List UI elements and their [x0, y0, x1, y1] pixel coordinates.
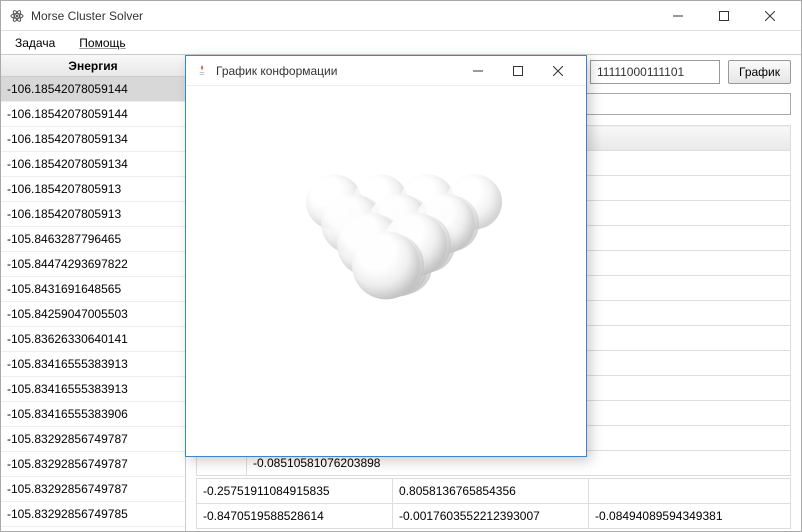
energy-row[interactable]: -106.1854207805913	[1, 202, 185, 227]
energy-header: Энергия	[1, 55, 185, 77]
energy-row[interactable]: -105.83292856749785	[1, 502, 185, 527]
energy-row[interactable]: -105.83292856749787	[1, 427, 185, 452]
menu-help[interactable]: Помощь	[73, 34, 131, 52]
energy-row[interactable]: -105.84474293697822	[1, 252, 185, 277]
energy-row[interactable]: -105.83416555383913	[1, 377, 185, 402]
bitstring-value: 11111000111101	[597, 65, 684, 79]
energy-row[interactable]: -106.18542078059134	[1, 127, 185, 152]
close-button[interactable]	[747, 1, 793, 31]
energy-row[interactable]: -105.83292856749787	[1, 477, 185, 502]
energy-row[interactable]: -106.18542078059144	[1, 77, 185, 102]
energy-row[interactable]: -105.83416555383913	[1, 352, 185, 377]
main-titlebar: Morse Cluster Solver	[1, 1, 801, 31]
table-row[interactable]: -0.8470519588528614-0.001760355221239300…	[197, 504, 791, 529]
energy-row[interactable]: -106.18542078059144	[1, 102, 185, 127]
popup-titlebar: График конформации	[186, 56, 586, 86]
atom-sphere	[352, 231, 420, 299]
conformation-canvas[interactable]	[186, 86, 586, 456]
energy-row[interactable]: -106.1854207805913	[1, 177, 185, 202]
menu-task[interactable]: Задача	[9, 34, 61, 52]
window-controls	[655, 1, 793, 31]
popup-maximize-button[interactable]	[498, 56, 538, 86]
energy-list[interactable]: -106.18542078059144-106.18542078059144-1…	[1, 77, 185, 531]
popup-minimize-button[interactable]	[458, 56, 498, 86]
minimize-button[interactable]	[655, 1, 701, 31]
energy-row[interactable]: -105.83416555383906	[1, 402, 185, 427]
table-row[interactable]: -0.257519110849158350.8058136765854356	[197, 479, 791, 504]
energy-row[interactable]: -105.8463287796465	[1, 227, 185, 252]
energy-row[interactable]: -105.83292856749787	[1, 452, 185, 477]
java-icon	[194, 63, 210, 79]
bitstring-input[interactable]: 11111000111101	[590, 60, 720, 84]
energy-panel: Энергия -106.18542078059144-106.18542078…	[1, 55, 186, 531]
energy-row[interactable]: -105.8431691648565	[1, 277, 185, 302]
energy-row[interactable]: -106.18542078059134	[1, 152, 185, 177]
maximize-button[interactable]	[701, 1, 747, 31]
atom-icon	[9, 8, 25, 24]
energy-row[interactable]: -105.84259047005503	[1, 302, 185, 327]
coord-table-bottom: -0.257519110849158350.8058136765854356-0…	[196, 478, 791, 529]
popup-close-button[interactable]	[538, 56, 578, 86]
popup-title: График конформации	[216, 64, 458, 78]
energy-row[interactable]: -105.83626330640141	[1, 327, 185, 352]
main-title: Morse Cluster Solver	[31, 9, 655, 23]
graph-button[interactable]: График	[728, 60, 791, 84]
menubar: Задача Помощь	[1, 31, 801, 55]
conformation-graph-window: График конформации	[185, 55, 587, 457]
